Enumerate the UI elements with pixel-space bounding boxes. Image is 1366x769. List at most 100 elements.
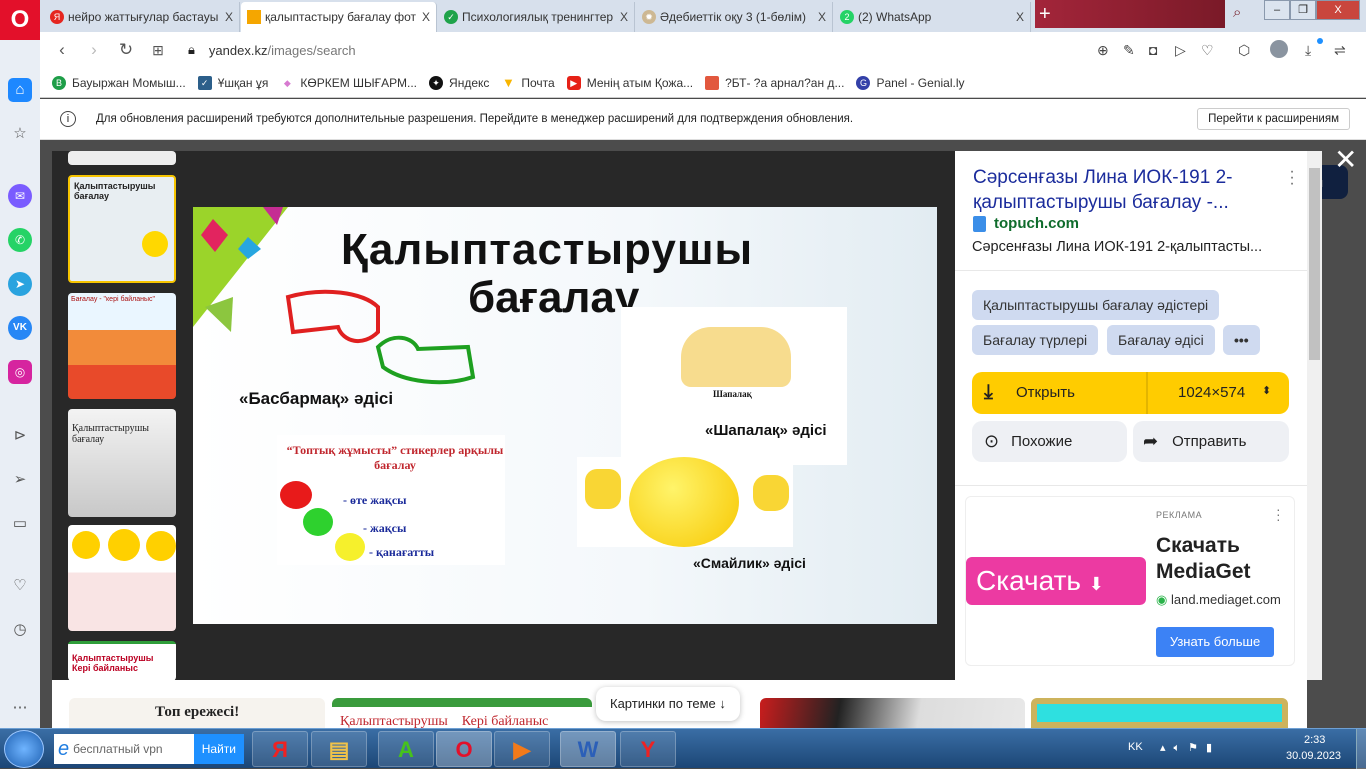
profile-avatar[interactable] [1270,40,1288,58]
source-site-link[interactable]: topuch.com [973,215,1079,232]
thumbnail-4[interactable] [68,525,176,631]
telegram-icon[interactable]: ➤ [8,272,32,296]
go-to-extensions-button[interactable]: Перейти к расширениям [1197,108,1350,130]
media-player-icon[interactable]: ▶ [494,731,550,767]
player-icon[interactable]: ⊳ [8,424,32,448]
tag-chip[interactable]: Қалыптастырушы бағалау әдістері [972,290,1220,320]
forward-icon[interactable]: › [78,40,110,60]
file-explorer-icon[interactable]: ▤ [311,731,367,767]
learn-more-button[interactable]: Узнать больше [1156,627,1274,657]
send-icon[interactable]: ▷ [1175,42,1186,59]
bookmark-bt[interactable]: ?БТ- ?а арнал?ан д... [705,75,844,90]
history-icon[interactable]: ◷ [8,618,32,642]
thumbnail-selected[interactable]: Қалыптастырушы бағалау [68,175,176,283]
tab-psychology[interactable]: ✓ Психологиялық тренингтер X [438,2,635,32]
tab-close-icon[interactable]: X [422,10,430,24]
messenger-icon[interactable]: ✉ [8,184,32,208]
tab-search-icon[interactable]: ⌕ [1233,4,1241,21]
lock-icon[interactable]: 🔒︎ [188,42,195,58]
share-button[interactable]: ➦ Отправить [1133,421,1289,462]
speed-dial-icon[interactable]: ⊞ [142,42,174,59]
opera-app-icon[interactable]: O [436,731,492,767]
language-indicator[interactable]: KK [1128,741,1143,753]
send-icon[interactable]: ➢ [8,468,32,492]
tab-close-icon[interactable]: X [818,10,826,24]
yandex-browser-icon[interactable]: Y [620,731,676,767]
bookmark-label: Бауыржан Момыш... [72,75,186,90]
new-tab-button[interactable]: + [1035,0,1225,28]
url-field[interactable]: yandex.kz/images/search [209,43,356,58]
open-image-button[interactable]: ⤓ Открыть 1024×574 ⬍ [972,372,1289,414]
ad-banner[interactable]: Скачать ⬇ [966,557,1146,605]
minimize-button[interactable]: – [1264,0,1290,20]
more-icon[interactable]: ⋯ [8,696,32,720]
clock-time[interactable]: 2:33 [1304,734,1325,746]
bookmark-yandex[interactable]: ✦ Яндекс [429,75,489,90]
tab-literature[interactable]: ✹ Әдебиеттік оқу 3 (1-бөлім) X [636,2,833,32]
tray-icons[interactable]: ▴🔈︎⚑▮ [1160,741,1220,755]
search-input[interactable]: бесплатный vpn [73,742,194,756]
heart-icon[interactable]: ♡ [1201,42,1214,59]
more-tags-button[interactable]: ••• [1223,325,1260,355]
ad-domain[interactable]: ◉ land.mediaget.com [1156,592,1294,608]
yandex-app-icon[interactable]: Я [252,731,308,767]
result-title-link[interactable]: Сәрсенғазы Лина ИОК-191 2-қалыптастырушы… [973,165,1263,215]
a-app-icon[interactable]: A [378,731,434,767]
related-thumb[interactable] [1031,698,1288,728]
clock-date[interactable]: 30.09.2023 [1286,750,1341,762]
taskbar-search[interactable]: e бесплатный vpn Найти [54,734,244,764]
show-desktop-button[interactable] [1356,729,1366,769]
related-thumb[interactable]: Қалыптастырушы Кері байланыс [332,698,592,728]
thumbnail-prev[interactable] [68,151,176,165]
start-button[interactable] [4,730,44,768]
bookmark-korkem[interactable]: ◆ КӨРКЕМ ШЫҒАРМ... [280,76,417,90]
bookmark-genially[interactable]: G Panel - Genial.ly [856,75,965,90]
related-images-button[interactable]: Картинки по теме ↓ [596,687,740,721]
heart-icon[interactable]: ♡ [8,574,32,598]
window-close-button[interactable]: X [1316,0,1360,20]
instagram-icon[interactable]: ◎ [8,360,32,384]
thumbnail-5[interactable]: Қалыптастырушы Кері байланыс [68,641,176,681]
settings-icon[interactable]: ⇌ [1334,42,1346,59]
thumbnail-3[interactable]: Қалыптастырушы бағалау [68,409,176,517]
advertisement[interactable]: Скачать ⬇ РЕКЛАМА · · · Скачать MediaGet ◉… [965,496,1295,666]
close-viewer-icon[interactable]: ✕ [1334,146,1357,174]
bookmark-ushkan-uya[interactable]: ✓ Ұшқан ұя [197,75,268,90]
maximize-button[interactable]: ❐ [1290,0,1316,20]
bookmark-baurzhan[interactable]: B Бауыржан Момыш... [52,75,186,90]
main-image[interactable]: Қалыптастырушы бағалау «Басбармақ» әдісі… [193,207,937,624]
opera-menu-icon[interactable]: O [0,0,40,40]
tag-chip[interactable]: Бағалау түрлері [972,325,1099,355]
tab-active-images[interactable]: қалыптастыру бағалау фото X [241,2,437,32]
star-icon[interactable]: ☆ [8,122,32,146]
ad-more-icon[interactable]: · · · [1276,502,1281,526]
more-options-icon[interactable]: · · · [1288,164,1296,192]
similar-button[interactable]: ⊙ Похожие [972,421,1127,462]
tab-close-icon[interactable]: X [1016,10,1024,24]
edit-icon[interactable]: ✎ [1123,42,1135,59]
download-icon[interactable]: ⤓ [1305,42,1311,59]
cube-icon[interactable]: ⬡ [1238,42,1250,59]
vk-icon[interactable]: VK [8,316,32,340]
bookmark-mail[interactable]: ▼ Почта [501,75,555,90]
wallet-icon[interactable]: ▭ [8,512,32,536]
word-icon[interactable]: W [560,731,616,767]
thumbnail-2[interactable]: Бағалау - "кері байланыс" [68,293,176,399]
reload-icon[interactable]: ↻ [110,40,142,60]
whatsapp-icon[interactable]: ✆ [8,228,32,252]
tab-close-icon[interactable]: X [620,10,628,24]
tab-whatsapp[interactable]: 2 (2) WhatsApp X [834,2,1031,32]
search-find-button[interactable]: Найти [193,734,244,764]
bookmark-youtube[interactable]: ▶ Менің атым Қожа... [566,75,693,90]
zoom-icon[interactable]: ⊕ [1097,42,1109,59]
related-thumb[interactable]: Топ ережесі! [69,698,325,728]
camera-icon[interactable]: ◘ [1149,42,1157,58]
related-thumb[interactable] [760,698,1025,728]
back-icon[interactable]: ‹ [46,40,78,60]
tag-chip[interactable]: Бағалау әдісі [1107,325,1215,355]
home-icon[interactable]: ⌂ [8,78,32,102]
image-size-select[interactable]: 1024×574 [1178,384,1245,401]
tab-close-icon[interactable]: X [225,10,233,24]
scrollbar-thumb[interactable] [1309,168,1320,360]
tab-neiro[interactable]: Янейро жаттығулар бастауыш X [44,2,240,32]
